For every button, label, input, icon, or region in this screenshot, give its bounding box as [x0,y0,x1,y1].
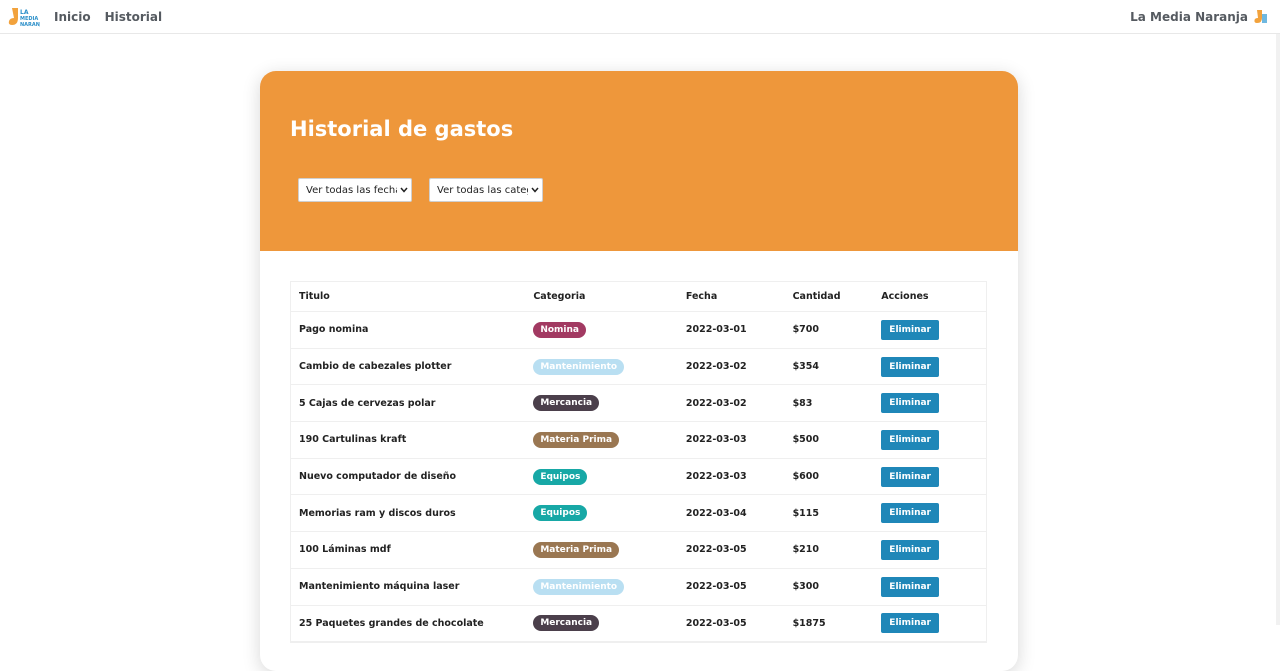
row-date: 2022-03-04 [685,507,747,519]
column-header-category: Categoria [533,291,586,302]
row-date: 2022-03-05 [685,617,747,629]
date-filter-value: Ver todas las fechas [306,184,397,196]
column-header-amount: Cantidad [792,291,841,302]
row-title: Mantenimiento máquina laser [299,581,460,593]
nav-link-historial[interactable]: Historial [105,10,163,24]
row-amount: $210 [792,544,820,556]
column-header-title: Titulo [299,291,330,302]
row-date: 2022-03-02 [685,361,747,373]
row-amount: $300 [792,581,820,593]
delete-button[interactable]: Eliminar [881,503,939,524]
top-navbar: LA MEDIA NARANJA Inicio Historial La Med… [0,0,1280,34]
table-row: Memorias ram y discos duros Equipos 2022-0… [291,495,986,533]
row-amount: $354 [792,361,820,373]
category-badge: Equipos [533,468,588,485]
svg-text:NARANJA: NARANJA [20,22,40,28]
row-actions-cell: Eliminar [881,429,986,450]
row-category-cell: Materia Prima [533,541,686,558]
brand-area: La Media Naranja [1130,0,1270,34]
row-amount: $600 [792,471,820,483]
table-row: Nuevo computador de diseño Equipos 2022-03… [291,459,986,496]
column-header-date: Fecha [685,291,718,302]
delete-button[interactable]: Eliminar [881,576,939,597]
table-header-row: Titulo Categoria Fecha Cantidad Acciones [291,282,986,312]
row-title: Pago nomina [299,324,369,336]
category-badge: Mantenimiento [533,358,625,375]
card-header: Historial de gastos Ver todas las fechas… [260,71,1018,251]
column-header-actions: Acciones [881,291,929,302]
category-badge: Nomina [533,321,586,338]
row-category-cell: Mercancia [533,615,686,632]
expenses-table: Titulo Categoria Fecha Cantidad Acciones… [290,281,987,644]
row-amount: $500 [792,434,820,446]
table-row: 100 Láminas mdf Materia Prima 2022-03-05 $2… [291,532,986,569]
row-category-cell: Mercancia [533,395,686,412]
row-date: 2022-03-05 [685,544,747,556]
row-category-cell: Mantenimiento [533,358,686,375]
table-row: Pago nomina Nomina 2022-03-01 $700 Eliminar [291,312,986,349]
date-filter-select[interactable]: Ver todas las fechas [298,178,412,202]
table-row: Mantenimiento máquina laser Mantenimiento… [291,569,986,606]
row-date: 2022-03-03 [685,434,747,446]
orange-sock-logo-icon[interactable]: LA MEDIA NARANJA [8,5,46,29]
table-row: Cambio de cabezales plotter Mantenimiento… [291,349,986,386]
brand-name: La Media Naranja [1130,10,1248,24]
category-badge: Materia Prima [533,431,620,448]
row-date: 2022-03-01 [685,324,747,336]
delete-button[interactable]: Eliminar [881,429,939,450]
row-actions-cell: Eliminar [881,319,986,340]
row-title: Memorias ram y discos duros [299,507,456,519]
svg-text:LA: LA [20,9,29,16]
row-amount: $1875 [792,617,826,629]
table-row: 5 Cajas de cervezas polar Mercancia 2022-0… [291,385,986,423]
row-title: Cambio de cabezales plotter [299,361,452,373]
table-body: Pago nomina Nomina 2022-03-01 $700 Eliminar C… [291,312,986,643]
category-badge: Equipos [533,505,588,522]
row-date: 2022-03-05 [685,581,747,593]
row-amount: $83 [792,397,813,409]
table-row: 190 Cartulinas kraft Materia Prima 2022-03… [291,422,986,459]
row-category-cell: Equipos [533,505,686,522]
row-category-cell: Mantenimiento [533,578,686,595]
row-actions-cell: Eliminar [881,613,986,634]
row-date: 2022-03-03 [685,471,747,483]
row-actions-cell: Eliminar [881,576,986,597]
category-badge: Materia Prima [533,541,620,558]
row-title: 190 Cartulinas kraft [299,434,407,446]
row-title: 5 Cajas de cervezas polar [299,397,436,409]
sock-icon [1252,8,1270,26]
row-actions-cell: Eliminar [881,466,986,487]
category-badge: Mercancia [533,615,600,632]
row-actions-cell: Eliminar [881,356,986,377]
chevron-down-icon [528,186,542,195]
page-title: Historial de gastos [290,117,514,141]
row-category-cell: Equipos [533,468,686,485]
row-date: 2022-03-02 [685,397,747,409]
row-actions-cell: Eliminar [881,503,986,524]
delete-button[interactable]: Eliminar [881,539,939,560]
row-title: Nuevo computador de diseño [299,471,457,483]
delete-button[interactable]: Eliminar [881,466,939,487]
category-badge: Mercancia [533,395,600,412]
row-category-cell: Nomina [533,321,686,338]
delete-button[interactable]: Eliminar [881,356,939,377]
delete-button[interactable]: Eliminar [881,393,939,414]
delete-button[interactable]: Eliminar [881,319,939,340]
row-actions-cell: Eliminar [881,393,986,414]
category-filter-value: Ver todas las categorías [437,184,528,196]
table-row: 25 Paquetes grandes de chocolate Mercanci… [291,606,986,643]
row-amount: $700 [792,324,820,336]
delete-button[interactable]: Eliminar [881,613,939,634]
row-title: 25 Paquetes grandes de chocolate [299,617,484,629]
row-amount: $115 [792,507,820,519]
category-badge: Mantenimiento [533,578,625,595]
page-scrollbar[interactable] [1276,34,1280,625]
nav-link-inicio[interactable]: Inicio [54,10,91,24]
row-actions-cell: Eliminar [881,539,986,560]
chevron-down-icon [397,186,411,195]
category-filter-select[interactable]: Ver todas las categorías [429,178,543,202]
expenses-card: Historial de gastos Ver todas las fechas… [260,71,1018,671]
row-category-cell: Materia Prima [533,431,686,448]
row-title: 100 Láminas mdf [299,544,391,556]
